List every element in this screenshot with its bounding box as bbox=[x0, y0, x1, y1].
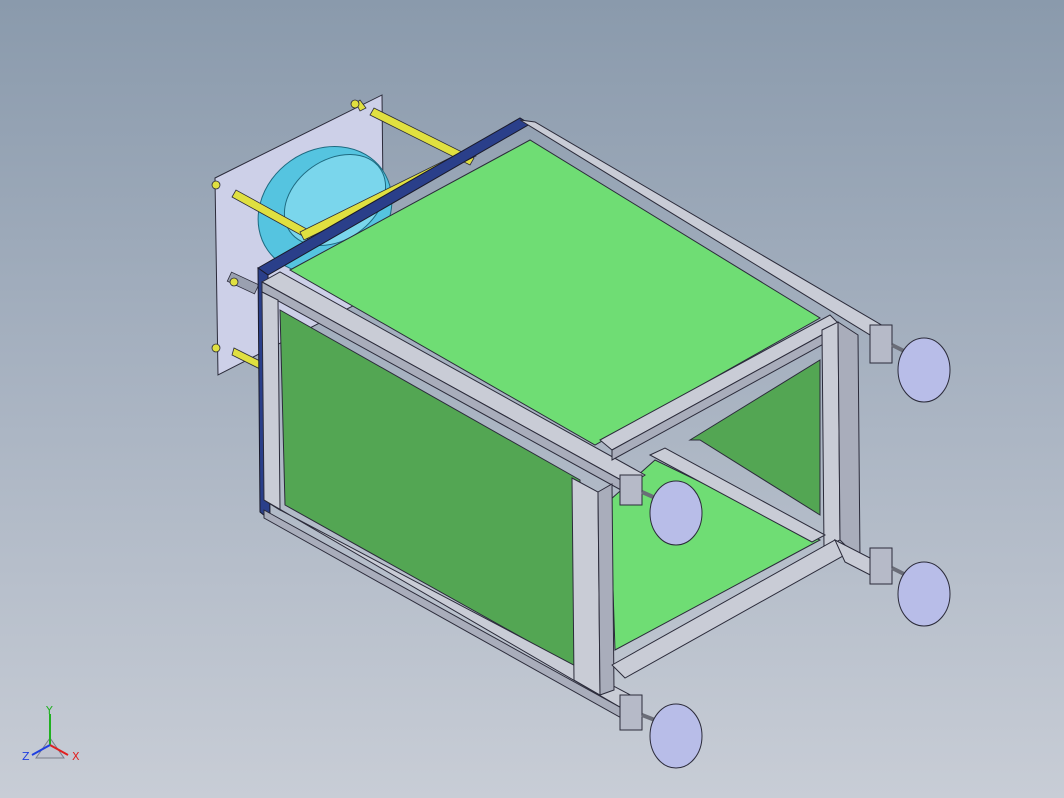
foot-back-top bbox=[897, 337, 951, 403]
x-axis-label: X bbox=[72, 750, 80, 763]
model-viewport[interactable]: Y X Z bbox=[0, 0, 1064, 798]
y-axis-label: Y bbox=[45, 704, 53, 717]
assembly-model[interactable] bbox=[0, 0, 1064, 798]
foot-back-bottom bbox=[897, 561, 951, 627]
foot-front-bottom bbox=[649, 703, 703, 769]
coordinate-triad: Y X Z bbox=[22, 704, 80, 763]
z-axis-label: Z bbox=[22, 750, 30, 763]
foot-front-top bbox=[649, 480, 703, 546]
